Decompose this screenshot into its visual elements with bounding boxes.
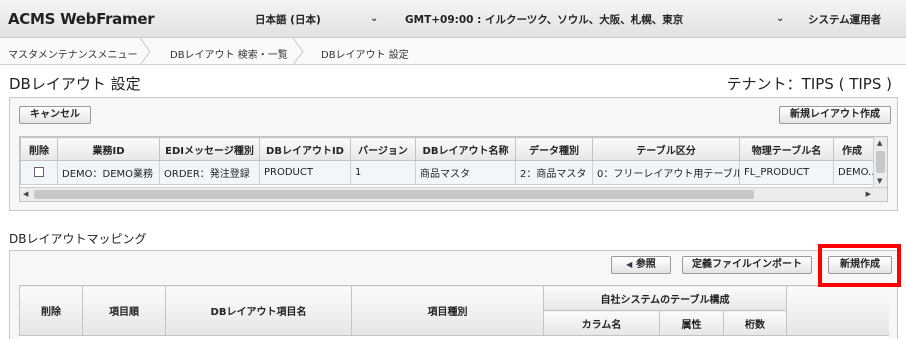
column-header[interactable]: 桁数 xyxy=(722,310,788,336)
column-header[interactable]: 項目種別 xyxy=(351,285,544,336)
breadcrumb-item-search-list[interactable]: DBレイアウト 検索・一覧 xyxy=(170,46,288,61)
column-header xyxy=(786,285,889,336)
breadcrumb-separator-icon xyxy=(139,38,151,65)
column-header[interactable]: テーブル区分 xyxy=(592,137,740,161)
breadcrumb-item-current: DBレイアウト 設定 xyxy=(321,50,409,61)
new-layout-button[interactable]: 新規レイアウト作成 xyxy=(779,106,891,124)
column-header[interactable]: 属性 xyxy=(659,310,724,336)
horizontal-scrollbar[interactable]: ◀ ▶ xyxy=(20,187,887,201)
scrollbar-thumb[interactable] xyxy=(876,151,885,173)
scroll-right-icon[interactable]: ▶ xyxy=(866,190,871,198)
column-header[interactable]: 項目順 xyxy=(82,285,166,336)
chevron-down-icon[interactable]: ⌄ xyxy=(370,13,378,24)
table-cell[interactable]: 0：フリーレイアウト用テーブル xyxy=(592,160,740,185)
scroll-down-icon[interactable]: ▼ xyxy=(877,177,882,185)
column-header[interactable]: DBレイアウトID xyxy=(259,137,351,161)
scrollbar-thumb[interactable] xyxy=(34,190,754,199)
cancel-button[interactable]: キャンセル xyxy=(19,106,91,124)
breadcrumb-item-master-menu[interactable]: マスタメンテナンスメニュー xyxy=(8,46,138,61)
table-cell[interactable]: FL_PRODUCT xyxy=(739,160,834,185)
layout-grid: 削除 業務ID EDIメッセージ種別 DBレイアウトID バージョン DBレイア… xyxy=(19,136,888,202)
table-cell[interactable]: 商品マスタ xyxy=(415,160,516,185)
chevron-down-icon[interactable]: ⌄ xyxy=(776,13,784,24)
column-header[interactable]: バージョン xyxy=(350,137,416,161)
delete-checkbox-cell[interactable] xyxy=(20,160,58,185)
import-definition-button[interactable]: 定義ファイルインポート xyxy=(682,256,812,274)
table-cell[interactable]: ORDER：発注登録 xyxy=(159,160,260,185)
language-select[interactable]: 日本語 (日本) xyxy=(255,12,321,27)
column-header[interactable]: 削除 xyxy=(20,137,58,161)
column-header[interactable]: 物理テーブル名 xyxy=(739,137,834,161)
timezone-select[interactable]: GMT+09:00 : イルクーツク、ソウル、大阪、札幌、東京 xyxy=(405,12,683,27)
column-header[interactable]: カラム名 xyxy=(543,310,660,336)
mapping-grid: 削除 項目順 DBレイアウト項目名 項目種別 自社システムのテーブル構成 カラム… xyxy=(19,285,889,339)
layout-panel: キャンセル 新規レイアウト作成 削除 業務ID EDIメッセージ種別 DBレイア… xyxy=(9,97,898,211)
app-logo: ACMS WebFramer xyxy=(8,10,155,28)
delete-checkbox[interactable] xyxy=(34,167,44,177)
column-header[interactable]: 業務ID xyxy=(57,137,160,161)
section-title: DBレイアウトマッピング xyxy=(9,232,147,246)
table-cell[interactable]: DEMO：DEMO業務 xyxy=(57,160,160,185)
user-menu[interactable]: システム運用者 xyxy=(808,12,881,27)
scroll-up-icon[interactable]: ▲ xyxy=(877,139,882,147)
arrow-left-icon: ◀ xyxy=(626,260,633,269)
app-header: ACMS WebFramer 日本語 (日本) ⌄ GMT+09:00 : イル… xyxy=(0,0,906,38)
reference-button[interactable]: ◀ 参照 xyxy=(611,256,671,274)
table-cell[interactable]: 1 xyxy=(350,160,416,185)
column-header[interactable]: DBレイアウト名称 xyxy=(415,137,516,161)
table-cell[interactable]: 2：商品マスタ xyxy=(515,160,593,185)
highlight-box xyxy=(818,244,901,287)
page-title: DBレイアウト 設定 xyxy=(9,75,141,93)
table-row[interactable]: DEMO：DEMO業務 ORDER：発注登録 PRODUCT 1 商品マスタ 2… xyxy=(20,160,887,185)
column-header[interactable]: EDIメッセージ種別 xyxy=(159,137,260,161)
mapping-panel: ◀ 参照 定義ファイルインポート 新規作成 削除 項目順 DBレイアウト項目名 … xyxy=(9,250,898,339)
tenant-label: テナント：TIPS ( TIPS ) xyxy=(726,75,892,93)
column-header[interactable]: 削除 xyxy=(19,285,83,336)
breadcrumb: マスタメンテナンスメニュー DBレイアウト 検索・一覧 DBレイアウト 設定 xyxy=(0,38,906,65)
column-header[interactable]: データ種別 xyxy=(515,137,593,161)
layout-grid-header-row: 削除 業務ID EDIメッセージ種別 DBレイアウトID バージョン DBレイア… xyxy=(20,137,887,161)
breadcrumb-separator-icon xyxy=(292,38,304,65)
vertical-scrollbar[interactable]: ▲ ▼ xyxy=(873,137,887,189)
scroll-left-icon[interactable]: ◀ xyxy=(23,190,28,198)
column-header[interactable]: DBレイアウト項目名 xyxy=(165,285,352,336)
table-cell[interactable]: PRODUCT xyxy=(259,160,351,185)
column-group-header: 自社システムのテーブル構成 xyxy=(542,285,788,311)
